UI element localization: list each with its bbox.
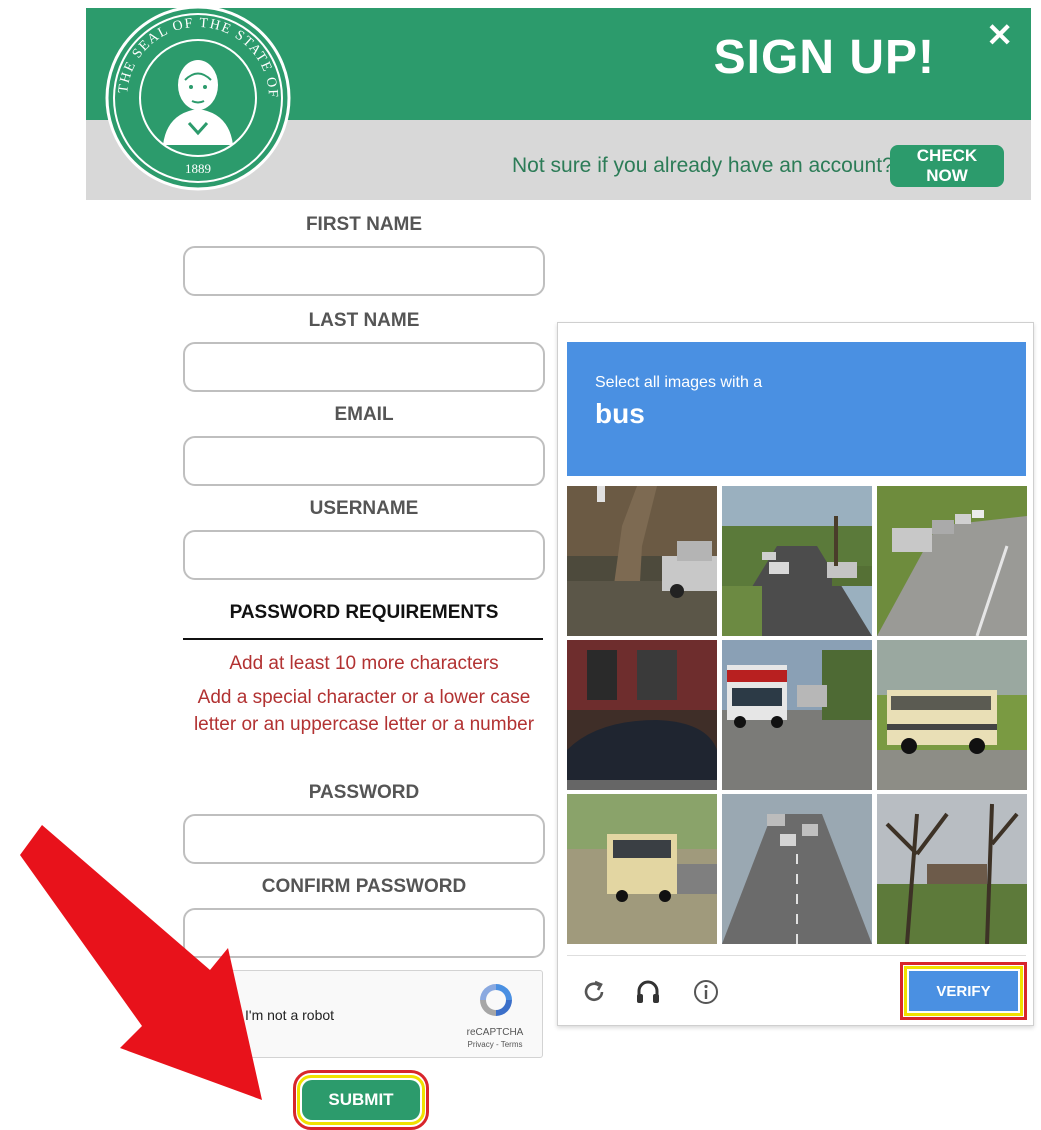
first-name-label: FIRST NAME <box>305 214 423 235</box>
email-input[interactable] <box>183 436 545 486</box>
recaptcha-brand: reCAPTCHA <box>466 1027 524 1038</box>
captcha-target-object: bus <box>595 398 645 429</box>
username-label: USERNAME <box>309 498 419 519</box>
page-title: SIGN UP! <box>713 31 935 84</box>
captcha-tile[interactable] <box>877 640 1027 790</box>
last-name-input[interactable] <box>183 342 545 392</box>
account-check-prompt: Not sure if you already have an account? <box>512 154 894 177</box>
seal-year: 1889 <box>185 161 211 176</box>
close-button[interactable]: ✕ <box>986 16 1013 54</box>
captcha-tile[interactable] <box>877 794 1027 944</box>
check-now-button[interactable]: CHECK NOW <box>890 145 1004 187</box>
state-seal-logo: THE SEAL OF THE STATE OF WASHINGTON 1889 <box>105 5 291 191</box>
recaptcha-logo-icon <box>480 984 512 1016</box>
first-name-input[interactable] <box>183 246 545 296</box>
captcha-tile[interactable] <box>722 640 872 790</box>
captcha-tile[interactable] <box>722 486 872 636</box>
password-requirement: Add a special character or a lower case … <box>193 687 535 735</box>
captcha-tile[interactable] <box>567 486 717 636</box>
password-requirements-title: PASSWORD REQUIREMENTS <box>229 602 499 623</box>
captcha-tile[interactable] <box>567 794 717 944</box>
red-arrow-annotation <box>20 825 262 1100</box>
captcha-prompt: Select all images with a <box>595 374 763 391</box>
captcha-footer-divider <box>567 955 1026 956</box>
captcha-tile[interactable] <box>877 486 1027 636</box>
captcha-tile[interactable] <box>722 794 872 944</box>
captcha-tile[interactable] <box>567 640 717 790</box>
reload-icon[interactable] <box>578 976 610 1008</box>
verify-button[interactable]: VERIFY <box>909 971 1018 1011</box>
info-icon[interactable] <box>690 976 722 1008</box>
audio-icon[interactable] <box>632 976 664 1008</box>
password-requirement: Add at least 10 more characters <box>229 653 499 674</box>
email-label: EMAIL <box>334 404 394 425</box>
requirements-divider <box>183 638 543 640</box>
recaptcha-privacy-terms-link[interactable]: Privacy - Terms <box>458 1040 532 1049</box>
username-input[interactable] <box>183 530 545 580</box>
submit-button[interactable]: SUBMIT <box>302 1080 420 1120</box>
last-name-label: LAST NAME <box>308 310 420 331</box>
